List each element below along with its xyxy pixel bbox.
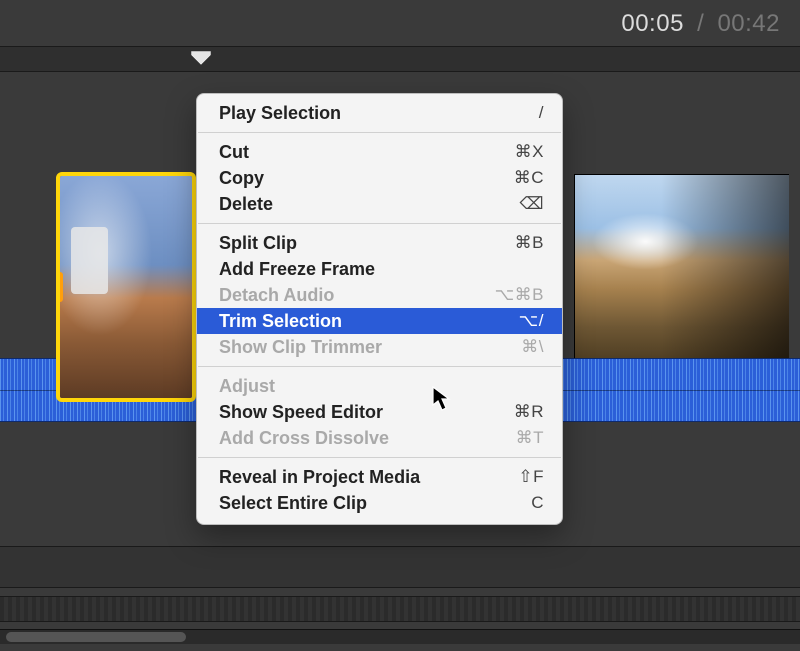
menu-item-shortcut: ⌘R: [514, 402, 544, 422]
menu-item-label: Delete: [219, 194, 273, 215]
menu-item-adjust: Adjust: [197, 373, 562, 399]
menu-item-copy[interactable]: Copy ⌘C: [197, 165, 562, 191]
timecode-total: 00:42: [717, 10, 780, 37]
timecode-display: 00:05 / 00:42: [621, 10, 780, 38]
menu-item-label: Add Freeze Frame: [219, 259, 375, 280]
cursor-icon: [432, 386, 452, 412]
menu-item-label: Show Clip Trimmer: [219, 337, 382, 358]
menu-item-label: Copy: [219, 168, 264, 189]
clip-thumbnail-next[interactable]: [574, 174, 789, 365]
timecode-separator: /: [697, 10, 704, 37]
timecode-current: 00:05: [621, 10, 684, 37]
menu-item-shortcut: ⌘\: [521, 337, 544, 357]
menu-item-reveal-in-project-media[interactable]: Reveal in Project Media ⇧F: [197, 464, 562, 490]
menu-item-shortcut: ⌘C: [514, 168, 544, 188]
delete-key-icon: ⌫: [519, 194, 544, 214]
menu-separator: [198, 457, 561, 458]
menu-item-detach-audio: Detach Audio ⌥⌘B: [197, 282, 562, 308]
scrollbar-thumb[interactable]: [6, 632, 186, 642]
menu-separator: [198, 132, 561, 133]
menu-item-show-speed-editor[interactable]: Show Speed Editor ⌘R: [197, 399, 562, 425]
menu-item-trim-selection[interactable]: Trim Selection ⌥/: [197, 308, 562, 334]
menu-item-shortcut: ⌘X: [515, 142, 544, 162]
trim-handle-icon[interactable]: [57, 272, 63, 302]
menu-item-add-cross-dissolve: Add Cross Dissolve ⌘T: [197, 425, 562, 451]
menu-item-label: Detach Audio: [219, 285, 334, 306]
video-editor-timeline: 00:05 / 00:42 Play Selection / Cut ⌘X: [0, 0, 800, 651]
menu-item-shortcut: ⌥/: [519, 311, 544, 331]
menu-separator: [198, 223, 561, 224]
menu-item-label: Adjust: [219, 376, 275, 397]
selected-clip[interactable]: [56, 172, 196, 402]
timeline-track-lower-1[interactable]: [0, 546, 800, 588]
menu-item-label: Select Entire Clip: [219, 493, 367, 514]
menu-item-label: Trim Selection: [219, 311, 342, 332]
menu-item-show-clip-trimmer: Show Clip Trimmer ⌘\: [197, 334, 562, 360]
menu-item-shortcut: ⇧F: [518, 467, 544, 487]
menu-item-label: Add Cross Dissolve: [219, 428, 389, 449]
menu-item-shortcut: ⌘T: [516, 428, 544, 448]
playhead-icon[interactable]: [189, 51, 213, 65]
menu-item-label: Show Speed Editor: [219, 402, 383, 423]
menu-item-split-clip[interactable]: Split Clip ⌘B: [197, 230, 562, 256]
menu-item-shortcut: ⌘B: [515, 233, 544, 253]
menu-item-shortcut: /: [539, 103, 544, 123]
menu-item-label: Reveal in Project Media: [219, 467, 420, 488]
menu-item-label: Cut: [219, 142, 249, 163]
menu-item-shortcut: ⌥⌘B: [495, 285, 544, 305]
menu-item-delete[interactable]: Delete ⌫: [197, 191, 562, 217]
menu-item-play-selection[interactable]: Play Selection /: [197, 100, 562, 126]
menu-separator: [198, 366, 561, 367]
timeline-track-lower-2[interactable]: [0, 596, 800, 622]
menu-item-label: Split Clip: [219, 233, 297, 254]
menu-item-label: Play Selection: [219, 103, 341, 124]
menu-item-cut[interactable]: Cut ⌘X: [197, 139, 562, 165]
clip-thumbnail: [60, 176, 192, 398]
timeline-ruler[interactable]: [0, 46, 800, 72]
menu-item-select-entire-clip[interactable]: Select Entire Clip C: [197, 490, 562, 516]
horizontal-scrollbar[interactable]: [0, 629, 800, 644]
menu-item-add-freeze-frame[interactable]: Add Freeze Frame: [197, 256, 562, 282]
context-menu: Play Selection / Cut ⌘X Copy ⌘C Delete ⌫…: [196, 93, 563, 525]
menu-item-shortcut: C: [531, 493, 544, 513]
